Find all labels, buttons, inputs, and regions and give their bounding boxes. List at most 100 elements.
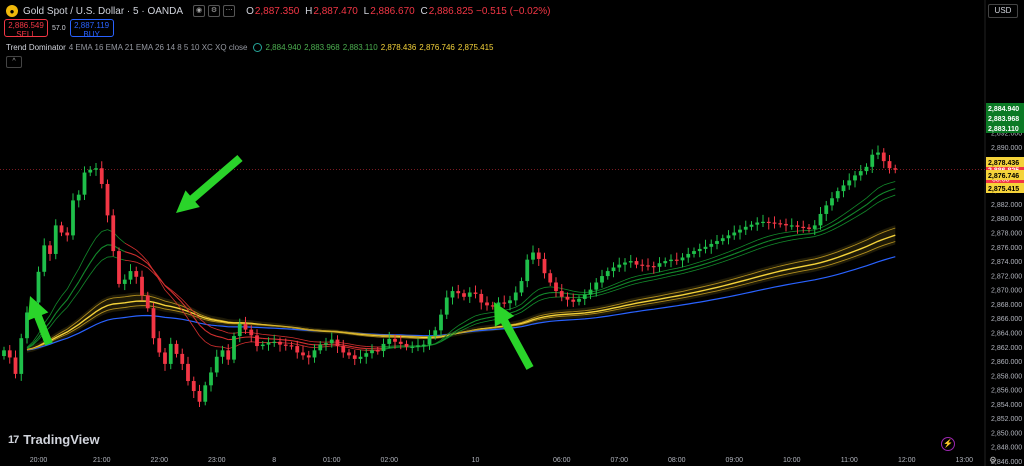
ema-ribbon-segment bbox=[607, 284, 614, 288]
ema-ribbon-segment bbox=[889, 188, 896, 192]
y-tick-label: 2,866.000 bbox=[991, 316, 1022, 323]
ema-ribbon-segment bbox=[55, 312, 62, 320]
candle-body bbox=[703, 246, 708, 249]
ema-ribbon-segment bbox=[636, 274, 643, 277]
ema-ribbon-segment bbox=[469, 320, 476, 325]
ema-ribbon-segment bbox=[521, 298, 528, 305]
ema-ribbon-segment bbox=[854, 213, 861, 218]
ema-ribbon-segment bbox=[135, 255, 143, 260]
candle-body bbox=[444, 297, 449, 315]
candle-body bbox=[439, 314, 443, 331]
ema-ribbon-segment bbox=[682, 271, 689, 274]
ema-ribbon-segment bbox=[849, 217, 856, 222]
candle-body bbox=[421, 344, 426, 346]
ema-ribbon-segment bbox=[302, 345, 309, 348]
ema-ribbon-segment bbox=[527, 303, 534, 309]
candle-body bbox=[789, 225, 794, 227]
ema-ribbon-segment bbox=[216, 328, 223, 332]
candle-body bbox=[720, 238, 725, 242]
candle-body bbox=[375, 350, 380, 352]
ema-ribbon-segment bbox=[624, 277, 631, 281]
candle-body bbox=[893, 168, 898, 170]
ema-ribbon-segment bbox=[61, 288, 68, 297]
candle-body bbox=[266, 342, 271, 345]
ema-ribbon-segment bbox=[216, 335, 223, 339]
ema-ribbon-segment bbox=[785, 231, 792, 233]
x-tick-label: 01:00 bbox=[323, 457, 341, 464]
ema-ribbon-segment bbox=[711, 255, 718, 259]
candle-body bbox=[19, 338, 24, 374]
ema-ribbon-segment bbox=[348, 345, 355, 348]
ema-ribbon-segment bbox=[72, 268, 80, 279]
candle-body bbox=[887, 161, 892, 169]
ema-ribbon-segment bbox=[463, 323, 471, 328]
candle-body bbox=[536, 252, 541, 259]
candle-body bbox=[582, 294, 587, 299]
ema-ribbon-segment bbox=[204, 329, 212, 335]
x-tick-label: 10 bbox=[472, 457, 480, 464]
ema-ribbon-segment bbox=[601, 289, 608, 293]
candle-body bbox=[370, 350, 374, 354]
ema-ribbon-segment bbox=[308, 343, 315, 346]
ema-ribbon-segment bbox=[567, 292, 574, 295]
ema-ribbon-segment bbox=[526, 293, 534, 300]
chart-settings-icon[interactable]: ⚙ bbox=[989, 455, 997, 466]
ema-ribbon-segment bbox=[826, 221, 833, 226]
candle-body bbox=[818, 213, 823, 226]
y-tick-label: 2,864.000 bbox=[991, 330, 1022, 337]
price-chart[interactable]: 2,846.0002,848.0002,850.0002,852.0002,85… bbox=[0, 0, 1024, 466]
candle-body bbox=[726, 235, 731, 239]
candle-body bbox=[249, 329, 254, 336]
candle-body bbox=[283, 344, 288, 346]
x-tick-label: 12:00 bbox=[898, 457, 916, 464]
ema-ribbon-segment bbox=[797, 237, 804, 240]
x-tick-label: 8 bbox=[272, 457, 276, 464]
ema-ribbon-segment bbox=[889, 181, 896, 184]
y-tick-label: 2,860.000 bbox=[991, 359, 1022, 366]
ema-ribbon-segment bbox=[745, 251, 752, 255]
candle-body bbox=[571, 299, 576, 302]
ema-ribbon-segment bbox=[84, 262, 91, 273]
ema-ribbon-segment bbox=[883, 196, 890, 200]
ema-ribbon-segment bbox=[613, 288, 620, 292]
ema-ribbon-segment bbox=[89, 266, 97, 275]
ema-ribbon-segment bbox=[78, 282, 85, 292]
ema-ribbon-segment bbox=[854, 208, 862, 213]
candle-body bbox=[398, 341, 403, 344]
ema-ribbon-segment bbox=[130, 260, 137, 263]
ema-ribbon-segment bbox=[239, 336, 246, 339]
lightning-icon[interactable]: ⚡ bbox=[941, 437, 955, 451]
candle-body bbox=[59, 225, 64, 233]
ema-ribbon-segment bbox=[147, 263, 154, 271]
ema-ribbon-segment bbox=[239, 342, 246, 345]
ema-ribbon-segment bbox=[642, 276, 649, 280]
ema-ribbon-segment bbox=[573, 290, 580, 293]
ema-ribbon-segment bbox=[670, 274, 677, 277]
ema-price-tag-text: 2,883.110 bbox=[988, 126, 1019, 133]
ema-ribbon-segment bbox=[199, 335, 206, 342]
ema-ribbon-segment bbox=[469, 323, 476, 327]
ema-ribbon-segment bbox=[521, 307, 528, 313]
candle-body bbox=[203, 385, 208, 402]
candle-body bbox=[260, 344, 265, 347]
ema-ribbon-segment bbox=[279, 335, 286, 338]
candle-body bbox=[140, 276, 144, 296]
ema-ribbon-segment bbox=[205, 341, 212, 346]
ema-ribbon-segment bbox=[745, 242, 752, 246]
ema-ribbon-segment bbox=[61, 306, 68, 314]
candle-body bbox=[646, 265, 650, 267]
candle-body bbox=[605, 271, 610, 277]
ema-ribbon-segment bbox=[877, 199, 884, 203]
y-tick-label: 2,878.000 bbox=[991, 231, 1022, 238]
ema-ribbon-segment bbox=[699, 263, 706, 267]
ema-ribbon-segment bbox=[820, 232, 827, 236]
ema-ribbon-segment bbox=[734, 255, 741, 259]
ema-ribbon-segment bbox=[348, 347, 355, 350]
ema-ribbon-segment bbox=[866, 192, 873, 199]
ema-ribbon-segment bbox=[268, 334, 275, 336]
ema-ribbon-segment bbox=[262, 333, 269, 336]
candle-body bbox=[600, 276, 604, 283]
ema-ribbon-segment bbox=[647, 272, 654, 275]
ema-ribbon-segment bbox=[849, 206, 856, 211]
candle-body bbox=[669, 259, 673, 262]
